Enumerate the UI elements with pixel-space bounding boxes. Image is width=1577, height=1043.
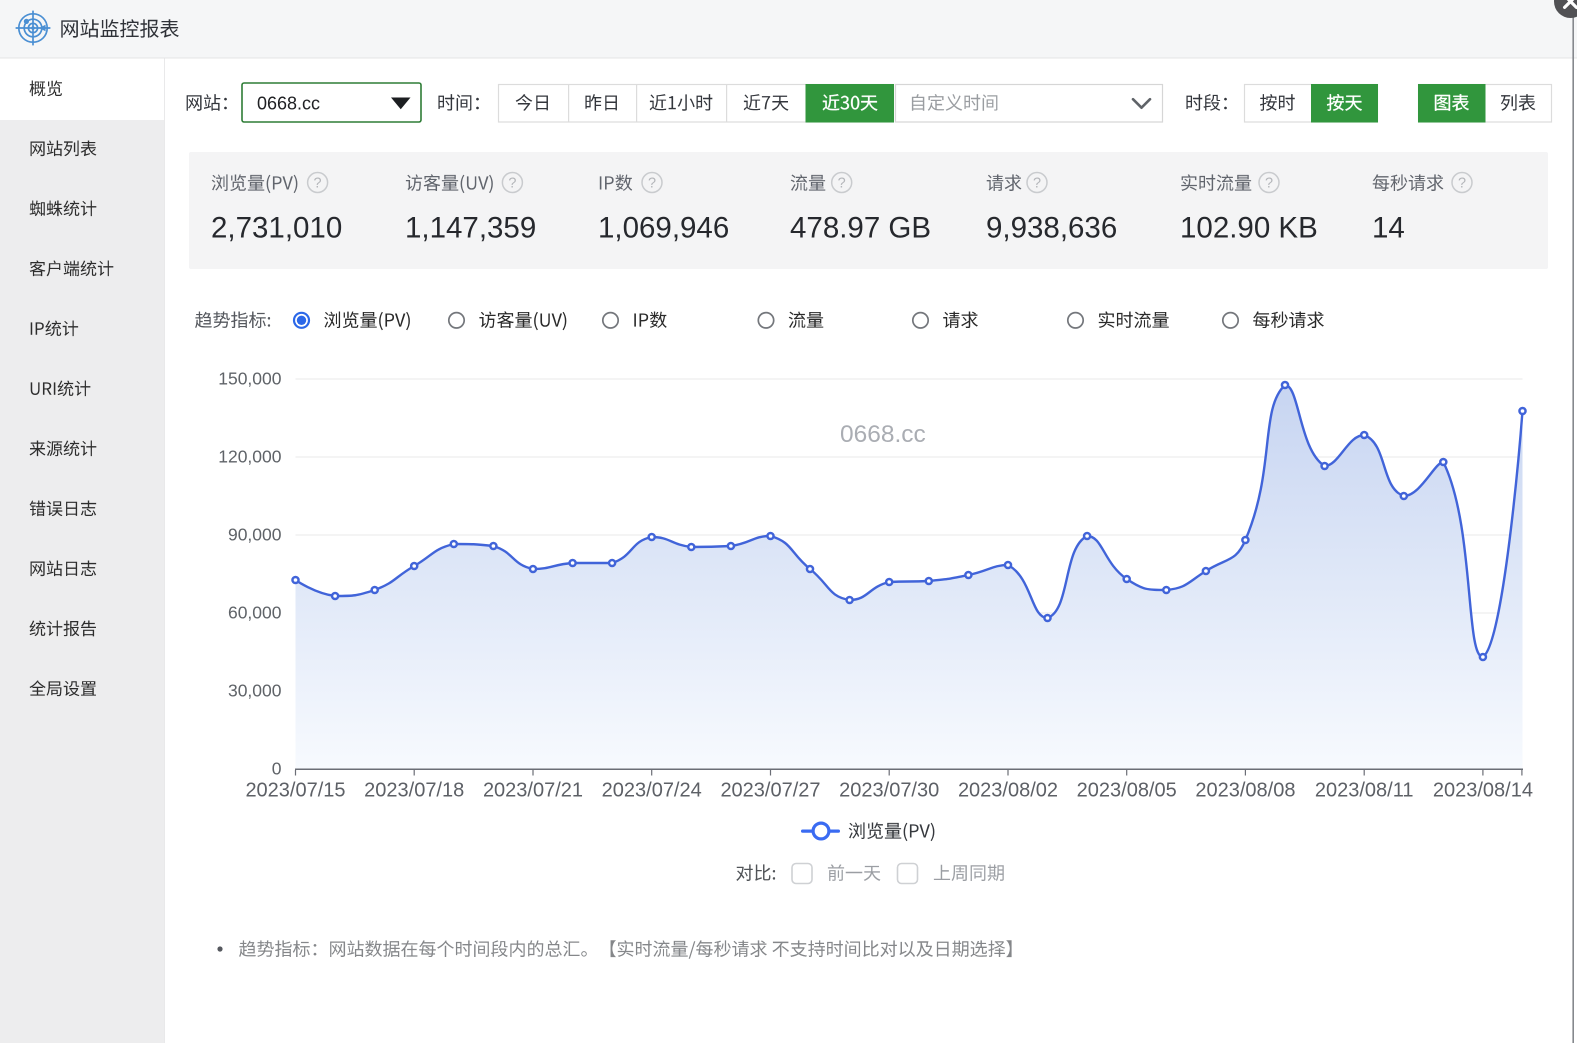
svg-text:?: ? — [1265, 176, 1273, 192]
svg-text:2023/08/02: 2023/08/02 — [958, 780, 1058, 802]
svg-text:102.90 KB: 102.90 KB — [1180, 212, 1318, 245]
svg-text:2023/07/18: 2023/07/18 — [364, 780, 464, 802]
svg-text:?: ? — [1033, 176, 1041, 192]
svg-text:14: 14 — [1372, 212, 1405, 245]
svg-text:2023/07/30: 2023/07/30 — [839, 780, 939, 802]
svg-text:?: ? — [838, 176, 846, 192]
svg-text:2023/08/11: 2023/08/11 — [1315, 780, 1414, 802]
svg-text:?: ? — [314, 176, 322, 192]
svg-text:0: 0 — [272, 759, 282, 779]
svg-text:0668.cc: 0668.cc — [840, 421, 926, 448]
svg-text:30,000: 30,000 — [228, 681, 282, 701]
svg-text:150,000: 150,000 — [218, 369, 282, 389]
svg-text:?: ? — [648, 176, 656, 192]
svg-text:9,938,636: 9,938,636 — [986, 212, 1117, 245]
svg-text:120,000: 120,000 — [218, 447, 282, 467]
svg-text:1,069,946: 1,069,946 — [598, 212, 729, 245]
svg-text:1,147,359: 1,147,359 — [405, 212, 536, 245]
svg-text:478.97 GB: 478.97 GB — [790, 212, 931, 245]
svg-text:2023/08/14: 2023/08/14 — [1433, 780, 1533, 802]
svg-text:2023/07/21: 2023/07/21 — [483, 780, 583, 802]
svg-text:2,731,010: 2,731,010 — [211, 212, 342, 245]
svg-text:2023/08/08: 2023/08/08 — [1195, 780, 1295, 802]
svg-text:90,000: 90,000 — [228, 525, 282, 545]
svg-text:60,000: 60,000 — [228, 603, 282, 623]
svg-text:2023/07/27: 2023/07/27 — [720, 780, 820, 802]
svg-text:0668.cc: 0668.cc — [257, 94, 320, 114]
svg-text:?: ? — [508, 176, 516, 192]
svg-text:?: ? — [1458, 176, 1466, 192]
svg-text:2023/07/15: 2023/07/15 — [245, 780, 345, 802]
svg-text:2023/08/05: 2023/08/05 — [1077, 780, 1177, 802]
svg-text:2023/07/24: 2023/07/24 — [602, 780, 702, 802]
